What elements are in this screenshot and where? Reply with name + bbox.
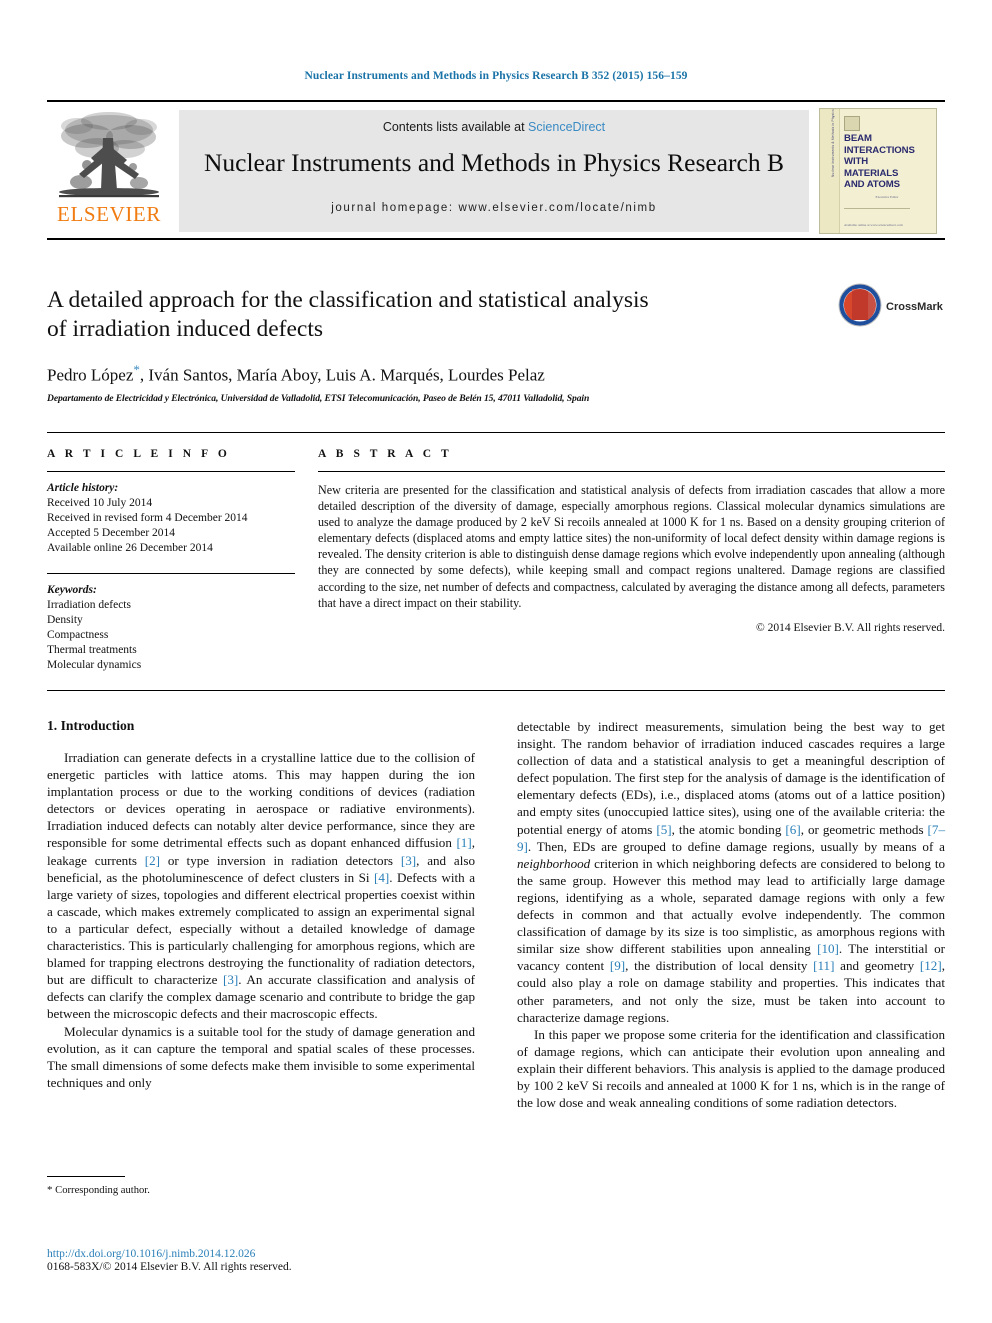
cover-spine: Nuclear Instruments & Methods in Physics…: [820, 109, 840, 233]
citation-ref-4[interactable]: [4]: [374, 870, 389, 885]
citation-ref-6[interactable]: [6]: [785, 822, 800, 837]
intro-p3-seg-d: . Then, EDs are grouped to define damage…: [527, 838, 945, 854]
body-column-right: detectable by indirect measurements, sim…: [517, 718, 945, 1111]
title-block: A detailed approach for the classificati…: [47, 286, 837, 404]
intro-p3-seg-g: , the distribution of local density: [625, 958, 814, 974]
section-heading-introduction: 1. Introduction: [47, 718, 135, 733]
page-title: A detailed approach for the classificati…: [47, 286, 837, 344]
footnote-rule: [47, 1176, 125, 1177]
article-info-heading: A R T I C L E I N F O: [47, 448, 231, 460]
article-history-label: Article history:: [47, 482, 119, 494]
citation-ref-11[interactable]: [11]: [813, 958, 834, 973]
keywords-label: Keywords:: [47, 584, 97, 596]
citation-ref-10[interactable]: [10]: [817, 941, 839, 956]
intro-paragraph-2: Molecular dynamics is a suitable tool fo…: [47, 1023, 475, 1090]
masthead-band: Contents lists available at ScienceDirec…: [179, 110, 809, 232]
keyword-item: Compactness: [47, 629, 109, 641]
journal-homepage[interactable]: journal homepage: www.elsevier.com/locat…: [179, 202, 809, 214]
intro-p3-seg-h: and geometry: [834, 958, 920, 974]
article-info-section: A R T I C L E I N F O Article history: R…: [47, 448, 295, 673]
intro-p3-seg-b: , the atomic bonding: [671, 821, 786, 837]
article-info-rule: [47, 471, 295, 472]
elsevier-wordmark: ELSEVIER: [57, 202, 161, 226]
divider-above-body: [47, 690, 945, 691]
cover-title-line-5: AND ATOMS: [844, 179, 900, 191]
citation-ref-3b[interactable]: [3]: [223, 972, 238, 987]
keywords-rule: [47, 573, 295, 574]
citation-ref-9[interactable]: [9]: [610, 958, 625, 973]
abstract-text: New criteria are presented for the class…: [318, 483, 945, 610]
abstract-rule: [318, 471, 945, 472]
paper-page: Nuclear Instruments and Methods in Physi…: [0, 0, 992, 1323]
history-item: Accepted 5 December 2014: [47, 527, 176, 539]
intro-p3-seg-a: detectable by indirect measurements, sim…: [517, 719, 945, 837]
doi-link[interactable]: http://dx.doi.org/10.1016/j.nimb.2014.12…: [47, 1248, 547, 1260]
citation-ref-2[interactable]: [2]: [145, 853, 160, 868]
affiliation: Departamento de Electricidad y Electróni…: [47, 392, 590, 404]
abstract-section: A B S T R A C T New criteria are present…: [318, 448, 945, 634]
crossmark-icon[interactable]: [838, 283, 882, 327]
corresponding-author-note: * Corresponding author.: [47, 1184, 475, 1196]
keywords-list: Keywords: Irradiation defects Density Co…: [47, 583, 295, 673]
abstract-heading: A B S T R A C T: [318, 448, 453, 460]
cover-foot-text: Available online at www.sciencedirect.co…: [844, 223, 903, 227]
article-history: Article history: Received 10 July 2014 R…: [47, 481, 295, 556]
intro-paragraph-1: Irradiation can generate defects in a cr…: [47, 749, 475, 1023]
elsevier-tree-icon: [59, 112, 159, 198]
keyword-item: Molecular dynamics: [47, 659, 142, 671]
divider-above-abstract: [47, 432, 945, 433]
history-item: Received 10 July 2014: [47, 497, 153, 509]
cover-title: BEAM INTERACTIONS WITH MATERIALS AND ATO…: [844, 133, 934, 191]
footnote-block: * Corresponding author.: [47, 1176, 475, 1196]
running-head: Nuclear Instruments and Methods in Physi…: [304, 70, 688, 82]
cover-title-line-1: BEAM: [844, 133, 872, 144]
cover-elsevier-mark-icon: [844, 116, 860, 131]
contents-prefix: Contents lists available at: [382, 120, 529, 134]
emphasis-neighborhood: neighborhood: [517, 855, 591, 871]
citation-ref-5[interactable]: [5]: [656, 822, 671, 837]
citation-ref-3[interactable]: [3]: [401, 853, 416, 868]
cover-divider: [844, 208, 910, 209]
history-item: Available online 26 December 2014: [47, 542, 213, 554]
cover-title-line-4: MATERIALS: [844, 167, 899, 179]
cover-spine-text: Nuclear Instruments & Methods in Physics…: [831, 108, 835, 177]
history-item: Received in revised form 4 December 2014: [47, 512, 248, 524]
keyword-item: Thermal treatments: [47, 644, 137, 656]
paper-title-line-2: of irradiation induced defects: [47, 316, 324, 342]
contents-available-line: Contents lists available at ScienceDirec…: [179, 120, 809, 134]
paper-title-line-1: A detailed approach for the classificati…: [47, 287, 649, 313]
crossmark-label: CrossMark: [886, 301, 943, 313]
citation-ref-1[interactable]: [1]: [456, 835, 471, 850]
intro-paragraph-4: In this paper we propose some criteria f…: [517, 1026, 945, 1111]
author-rest: , Iván Santos, María Aboy, Luis A. Marqu…: [139, 365, 545, 385]
intro-p1-seg-e: . Defects with a large variety of sizes,…: [47, 869, 476, 988]
intro-p3-seg-c: , or geometric methods: [800, 821, 928, 837]
body-column-left: 1. Introduction Irradiation can generate…: [47, 718, 475, 1091]
journal-title: Nuclear Instruments and Methods in Physi…: [203, 148, 784, 177]
journal-masthead: ELSEVIER Contents lists available at Sci…: [47, 100, 945, 240]
intro-p1-seg-a: Irradiation can generate defects in a cr…: [47, 750, 475, 851]
abstract-copyright: © 2014 Elsevier B.V. All rights reserved…: [756, 621, 945, 634]
author-list: Pedro López*, Iván Santos, María Aboy, L…: [47, 362, 837, 386]
keyword-item: Irradiation defects: [47, 599, 131, 611]
cover-mid-text: Executive Editor: [875, 195, 899, 199]
issn-copyright-line: 0168-583X/© 2014 Elsevier B.V. All right…: [47, 1261, 292, 1273]
publication-footer: http://dx.doi.org/10.1016/j.nimb.2014.12…: [47, 1248, 547, 1273]
intro-p1-seg-c: or type inversion in radiation detectors: [160, 852, 401, 868]
journal-cover-thumbnail[interactable]: Nuclear Instruments & Methods in Physics…: [819, 108, 937, 234]
keyword-item: Density: [47, 614, 83, 626]
crossmark-badge-group[interactable]: CrossMark: [838, 283, 943, 335]
cover-title-line-3: WITH: [844, 156, 869, 168]
cover-title-line-2: INTERACTIONS: [844, 144, 915, 156]
intro-paragraph-3: detectable by indirect measurements, sim…: [517, 718, 945, 1026]
citation-ref-12[interactable]: [12]: [920, 958, 942, 973]
sciencedirect-link[interactable]: ScienceDirect: [528, 120, 605, 134]
elsevier-logo: ELSEVIER: [49, 110, 169, 232]
footnote-label: Corresponding author.: [52, 1185, 150, 1196]
author-first: Pedro López: [47, 365, 134, 385]
